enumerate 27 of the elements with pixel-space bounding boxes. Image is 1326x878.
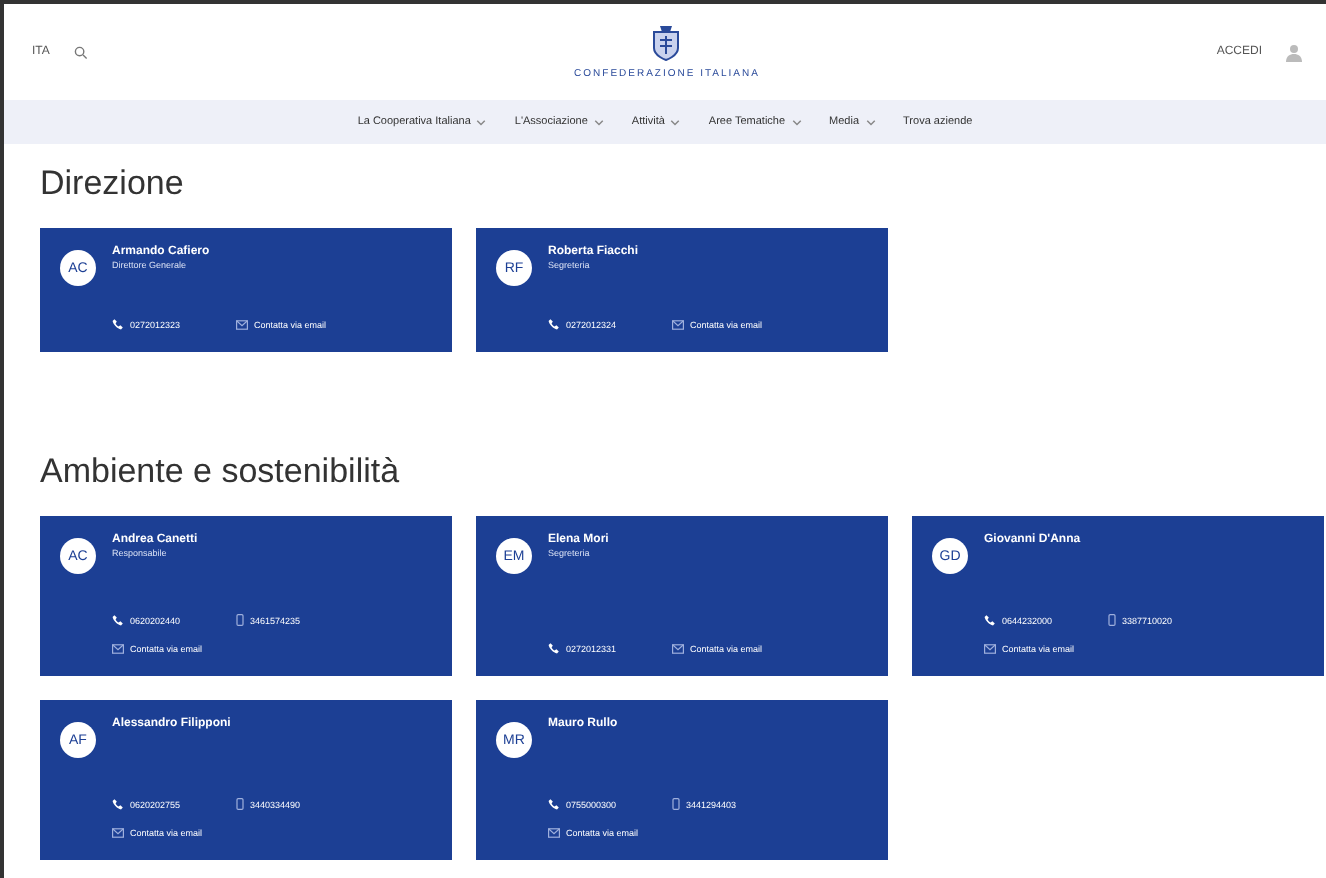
chevron-down-icon (476, 119, 487, 125)
phone-icon (548, 642, 560, 654)
chevron-down-icon (593, 119, 604, 125)
envelope-icon (672, 319, 684, 329)
phone-icon (112, 614, 124, 626)
section-title: Direzione (40, 164, 186, 204)
emblem-icon (650, 25, 683, 61)
phone-icon (112, 318, 124, 330)
envelope-icon (672, 643, 684, 653)
envelope-icon (112, 644, 124, 654)
phone-icon (984, 614, 996, 626)
phone-icon (548, 798, 560, 810)
chevron-down-icon (865, 119, 876, 125)
envelope-icon (112, 828, 124, 838)
envelope-icon (548, 828, 560, 838)
envelope-icon (236, 319, 248, 329)
mobile-icon (236, 614, 244, 626)
envelope-icon (984, 644, 996, 654)
mobile-icon (672, 798, 680, 810)
mobile-icon (1108, 614, 1116, 626)
chevron-down-icon (670, 119, 681, 125)
chevron-down-icon (791, 119, 802, 125)
mobile-icon (236, 798, 244, 810)
phone-icon (112, 798, 124, 810)
search-icon[interactable] (73, 45, 88, 59)
section-title: Ambiente e sostenibilità (40, 452, 402, 492)
phone-icon (548, 318, 560, 330)
